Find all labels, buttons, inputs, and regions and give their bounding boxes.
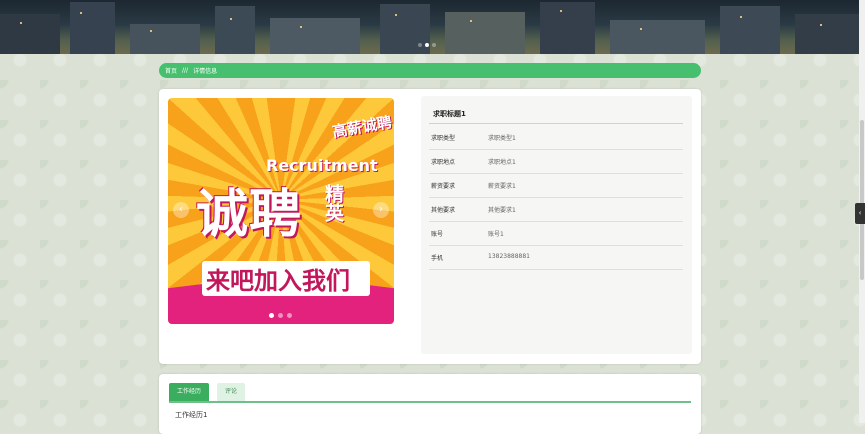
info-value: 薪资要求1 — [488, 183, 516, 190]
info-value: 13823888881 — [488, 253, 530, 260]
info-value: 求职地点1 — [488, 159, 516, 166]
info-value: 账号1 — [488, 231, 504, 238]
chevron-left-icon[interactable]: ‹ — [855, 203, 865, 224]
info-row: 薪资要求 薪资要求1 — [429, 173, 683, 198]
info-row: 手机 13823888881 — [429, 245, 683, 270]
detail-card: 高薪诚聘 Recruitment 诚聘 精英 来吧加入我们 ‹ › 求职标题1 … — [159, 89, 701, 364]
job-info-panel: 求职标题1 求职类型 求职类型1 求职地点 求职地点1 薪资要求 薪资要求1 其… — [421, 96, 692, 354]
info-label: 求职地点 — [431, 159, 456, 166]
title-divider — [429, 123, 683, 124]
banner-text-big: 诚聘 — [196, 185, 303, 245]
carousel-dot[interactable] — [287, 313, 292, 318]
breadcrumb-current: 详情信息 — [193, 68, 218, 75]
tab-content: 工作经历1 — [175, 411, 208, 419]
info-label: 账号 — [431, 231, 444, 238]
hero-carousel-dots[interactable] — [418, 43, 436, 47]
tab-work-experience[interactable]: 工作经历 — [169, 383, 210, 401]
breadcrumb: 首页 /// 详情信息 — [159, 63, 701, 78]
carousel-dot[interactable] — [278, 313, 283, 318]
info-row: 账号 账号1 — [429, 221, 683, 246]
info-value: 求职类型1 — [488, 135, 516, 142]
chevron-left-icon[interactable]: ‹ — [173, 202, 189, 218]
banner-text-side: 精英 — [322, 184, 344, 222]
recruitment-carousel[interactable]: 高薪诚聘 Recruitment 诚聘 精英 来吧加入我们 ‹ › — [168, 98, 394, 324]
chevron-right-icon[interactable]: › — [373, 202, 389, 218]
banner-text-top: 高薪诚聘 — [330, 112, 394, 142]
info-label: 求职类型 — [431, 135, 456, 142]
info-row: 其他要求 其他要求1 — [429, 197, 683, 222]
banner-text-sub: 来吧加入我们 — [202, 261, 370, 296]
carousel-dot[interactable] — [269, 313, 274, 318]
hero-dot[interactable] — [432, 43, 436, 47]
breadcrumb-home-link[interactable]: 首页 — [165, 66, 177, 75]
info-row: 求职类型 求职类型1 — [429, 125, 683, 150]
info-value: 其他要求1 — [488, 207, 516, 214]
carousel-dots[interactable] — [269, 313, 292, 318]
tab-bar: 工作经历 评论 — [169, 383, 691, 403]
tabs-card: 工作经历 评论 工作经历1 — [159, 374, 701, 434]
hero-dot[interactable] — [425, 43, 429, 47]
breadcrumb-separator: /// — [182, 67, 189, 74]
info-label: 其他要求 — [431, 207, 456, 214]
hero-banner — [0, 0, 865, 54]
tab-comments[interactable]: 评论 — [217, 383, 246, 401]
info-row: 求职地点 求职地点1 — [429, 149, 683, 174]
info-label: 手机 — [431, 255, 444, 262]
hero-dot[interactable] — [418, 43, 422, 47]
scrollbar-thumb[interactable] — [860, 120, 864, 280]
job-title: 求职标题1 — [433, 110, 466, 118]
info-label: 薪资要求 — [431, 183, 456, 190]
